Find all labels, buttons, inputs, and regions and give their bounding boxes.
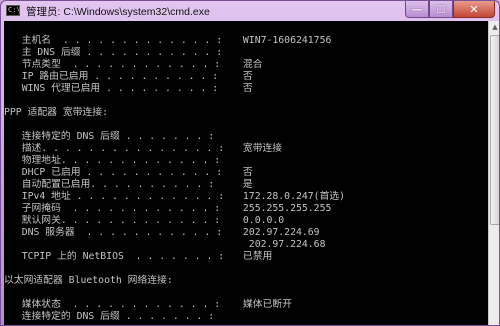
console-line-value: 否 — [237, 167, 253, 178]
console-line-label: 媒体状态 . . . . . . . . . . . . : — [4, 299, 221, 310]
console-line-value: 媒体已断开 — [237, 299, 292, 310]
console-line-label: 描述. . . . . . . . . . . . . . . : — [4, 143, 225, 154]
console-line-label: IP 路由已启用 . . . . . . . . . . : — [4, 71, 219, 82]
console-line-value: 202.97.224.69 — [237, 227, 320, 238]
window-controls: — ☐ ✕ — [405, 1, 495, 19]
console-line-label: 以太网适配器 Bluetooth 网络连接: — [4, 275, 173, 286]
console-line-value: 是 — [237, 179, 253, 190]
window-title: 管理员: C:\Windows\system32\cmd.exe — [26, 6, 210, 18]
title-bar[interactable]: C:\ 管理员: C:\Windows\system32\cmd.exe — ☐… — [1, 1, 499, 21]
console-line-label: 自动配置已启用. . . . . . . . . . : — [4, 179, 215, 190]
console-line-value: 否 — [237, 83, 253, 94]
console-output[interactable]: 主机名 . . . . . . . . . . . . . : WIN7-160… — [4, 21, 488, 325]
close-button[interactable]: ✕ — [453, 1, 495, 18]
scroll-up-arrow-icon[interactable]: ▲ — [489, 21, 499, 34]
console-line-label: 连接特定的 DNS 后缀 . . . . . . . : — [4, 311, 215, 322]
console-line-label: 连接特定的 DNS 后缀 . . . . . . . : — [4, 131, 215, 142]
minimize-button[interactable]: — — [405, 1, 429, 18]
console-line-value: 202.97.224.68 — [237, 239, 326, 250]
console-line-label: WINS 代理已启用 . . . . . . . . . : — [4, 83, 219, 94]
cmd-app-icon[interactable]: C:\ — [6, 5, 20, 16]
cmd-window: C:\ 管理员: C:\Windows\system32\cmd.exe — ☐… — [0, 0, 500, 326]
console-line-value: 0.0.0.0 — [237, 215, 285, 226]
console-line-label: DNS 服务器 . . . . . . . . . . . : — [4, 227, 223, 238]
console-line-label: 物理地址. . . . . . . . . . . . . : — [4, 155, 221, 166]
console-line-value: 已禁用 — [237, 251, 273, 262]
console-line-value: WIN7-1606241756 — [237, 35, 332, 46]
vertical-scrollbar[interactable]: ▲ — [488, 21, 499, 325]
console-line-label: 节点类型 . . . . . . . . . . . . : — [4, 59, 221, 70]
console-line-label: 主 DNS 后缀 . . . . . . . . . . . : — [4, 47, 223, 58]
console-line-value: 255.255.255.255 — [237, 203, 332, 214]
console-line-value: 172.28.0.247(首选) — [237, 191, 346, 202]
maximize-button[interactable]: ☐ — [429, 1, 453, 18]
console-line-label: DHCP 已启用 . . . . . . . . . . . : — [4, 167, 223, 178]
console-line-label: IPv4 地址 . . . . . . . . . . . . : — [4, 191, 225, 202]
console-line-value: 否 — [237, 71, 253, 82]
console-line-label: PPP 适配器 宽带连接: — [4, 107, 108, 118]
console-line-label: 默认网关. . . . . . . . . . . . . : — [4, 215, 221, 226]
console-line-value: 宽带连接 — [237, 143, 283, 154]
console-line-label: TCPIP 上的 NetBIOS . . . . . . . : — [4, 251, 225, 262]
console-line-label: 主机名 . . . . . . . . . . . . . : — [4, 35, 223, 46]
console-line-label: 子网掩码 . . . . . . . . . . . . : — [4, 203, 221, 214]
scrollbar-thumb[interactable] — [490, 35, 499, 225]
console-line-value: 混合 — [237, 59, 263, 70]
